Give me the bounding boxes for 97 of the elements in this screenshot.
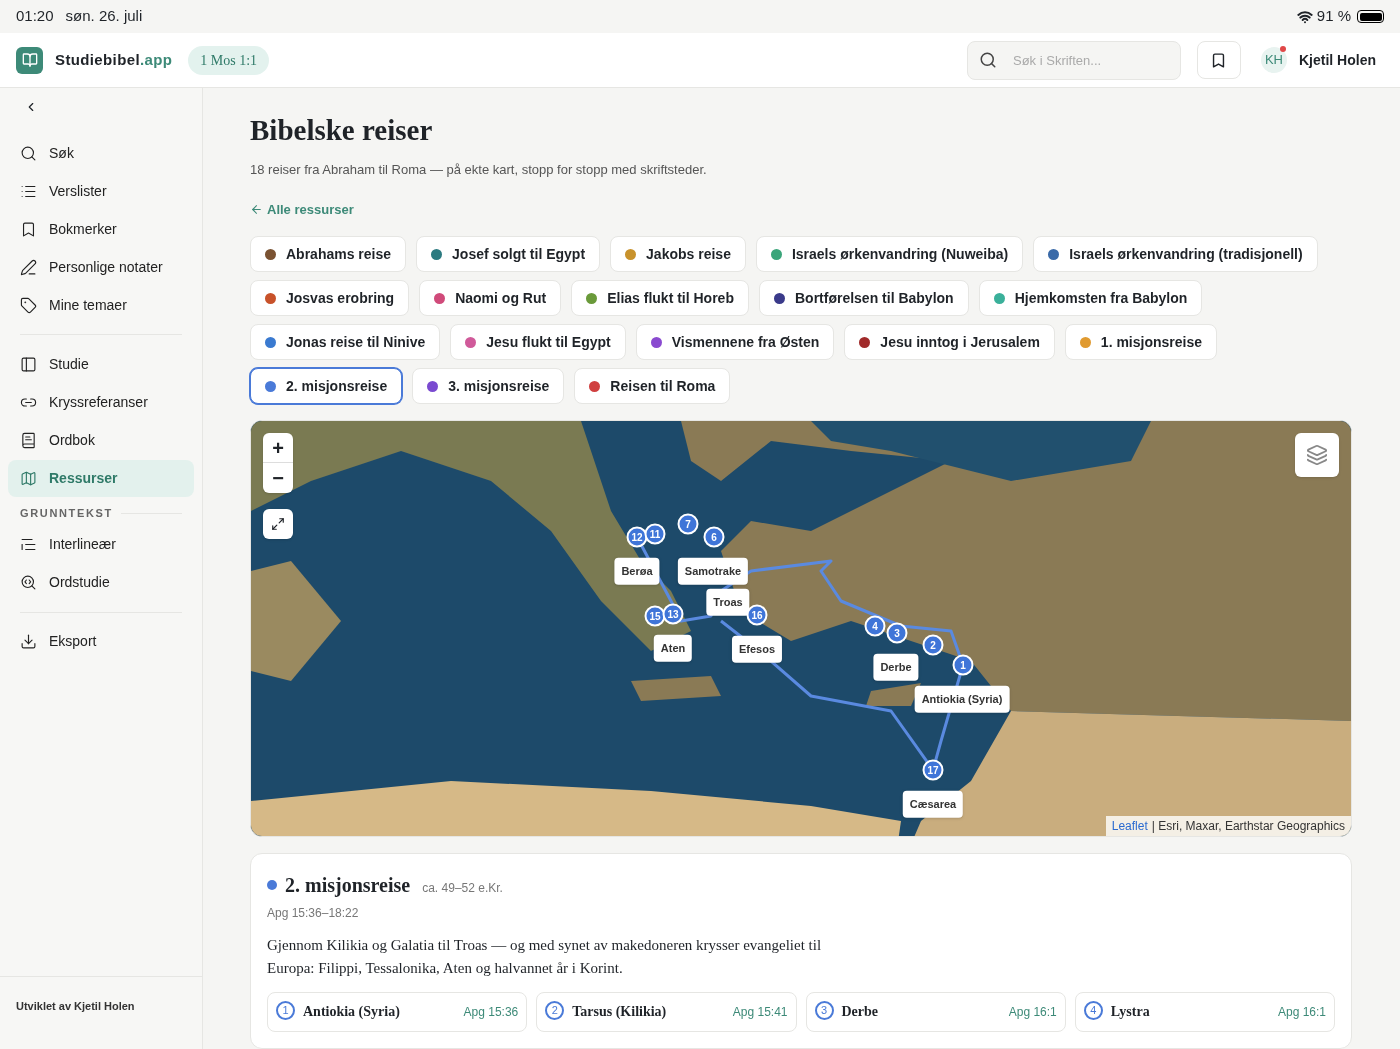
journey-description: Gjennom Kilikia og Galatia til Troas — og med synet av makedoneren krysser evangeliet til Europa: Filippi, Tessalonika, Aten og halvannet år i Korint. — [267, 936, 823, 978]
journey-chip[interactable]: 3. misjonsreise — [412, 368, 565, 405]
stop-reference: Apg 15:41 — [732, 1004, 788, 1021]
magnifier-icon — [20, 574, 37, 591]
layers-icon — [1306, 444, 1328, 467]
journey-chip[interactable]: Israels ørkenvandring (tradisjonell) — [1033, 236, 1318, 273]
user-name[interactable]: Kjetil Holen — [1299, 49, 1376, 71]
status-time: 01:20 — [16, 6, 54, 27]
stop-number: 3 — [814, 1001, 834, 1020]
back-link-text[interactable]: Alle ressurser — [267, 199, 354, 220]
battery-level: 91 % — [1316, 6, 1351, 27]
panel-icon — [20, 355, 37, 373]
footer-credit: Utviklet av Kjetil Holen — [16, 1000, 135, 1012]
journey-chip[interactable]: Reisen til Roma — [574, 368, 731, 405]
status-date: søn. 26. juli — [65, 6, 143, 27]
journey-chip[interactable]: Bortførelsen til Babylon — [758, 280, 969, 317]
expand-icon — [271, 517, 285, 532]
stop-number: 2 — [545, 1001, 565, 1020]
stop-card[interactable]: 3 Derbe Apg 16:1 — [805, 992, 1066, 1032]
fullscreen-button[interactable] — [263, 509, 293, 540]
journey-chip[interactable]: Jakobs reise — [610, 236, 746, 273]
sidebar-item[interactable]: Personlige notater — [8, 248, 194, 286]
sidebar-item[interactable]: Interlineær — [8, 526, 194, 563]
journey-chip[interactable]: 1. misjonsreise — [1064, 324, 1217, 361]
download-icon — [20, 633, 37, 650]
stop-card[interactable]: 2 Tarsus (Kilikia) Apg 15:41 — [536, 992, 797, 1032]
sidebar-item[interactable]: Ressurser — [8, 459, 194, 497]
place-label: Derbe — [873, 654, 919, 681]
user-avatar[interactable]: KH — [1261, 47, 1287, 73]
bookmark-button[interactable] — [1197, 41, 1241, 79]
journey-chip[interactable]: Abrahams reise — [250, 236, 407, 273]
sidebar-item[interactable]: Verslister — [8, 172, 194, 210]
journey-chip[interactable]: Jesu flukt til Egypt — [450, 324, 626, 361]
place-label: Antiokia (Syria) — [914, 686, 1010, 713]
stop-number: 4 — [1083, 1001, 1103, 1020]
journey-reference: Apg 15:36–18:22 — [267, 905, 360, 922]
book-icon — [20, 431, 37, 449]
zoom-in-button[interactable]: + — [263, 433, 293, 464]
sidebar-item[interactable]: Ordbok — [8, 421, 194, 459]
pen-icon — [20, 258, 37, 276]
journey-period: ca. 49–52 e.Kr. — [422, 880, 503, 897]
search-icon — [979, 50, 997, 69]
zoom-out-button[interactable]: − — [263, 463, 293, 494]
journey-chip[interactable]: Naomi og Rut — [419, 280, 562, 317]
stop-name: Antiokia (Syria) — [303, 1003, 400, 1021]
place-label: Aten — [653, 635, 693, 662]
sidebar-item[interactable]: Kryssreferanser — [8, 383, 194, 421]
stop-number: 1 — [276, 1001, 295, 1020]
journey-chip[interactable]: Israels ørkenvandring (Nuweiba) — [755, 236, 1024, 273]
map[interactable]: + − Berøa Samotrake Troas Aten Efesos Derbe Antiokia (Syria) Cæsarea 12 11 7 6 15 13 16 4 3 2 1 17 Leaflet | Esri, Maxar, Earthstar Geographics — [250, 420, 1352, 837]
page-subtitle: 18 reiser fra Abraham til Roma — på ekte kart, stopp for stopp med skriftsteder. — [250, 161, 708, 180]
sidebar-item[interactable]: Bokmerker — [8, 210, 194, 248]
layers-button[interactable] — [1295, 433, 1339, 478]
reference-chip[interactable]: 1 Mos 1:1 — [188, 45, 270, 75]
sidebar-item[interactable]: Eksport — [8, 623, 194, 660]
stop-card[interactable]: 4 Lystra Apg 16:1 — [1074, 992, 1335, 1032]
sidebar-item[interactable]: Mine temaer — [8, 286, 194, 324]
stop-name: Derbe — [841, 1003, 879, 1021]
wifi-icon — [1296, 8, 1313, 25]
stop-reference: Apg 16:1 — [1008, 1004, 1057, 1021]
stop-reference: Apg 16:1 — [1277, 1004, 1326, 1021]
journey-chip[interactable]: Josvas erobring — [250, 280, 410, 317]
lines-icon — [20, 536, 37, 553]
brand-name[interactable]: Studiebibel.app — [55, 48, 173, 72]
tag-icon — [20, 296, 37, 314]
sidebar-item[interactable]: Studie — [8, 345, 194, 383]
stop-name: Lystra — [1110, 1003, 1150, 1021]
place-label: Samotrake — [677, 558, 749, 585]
place-label: Troas — [706, 589, 750, 616]
journey-chip[interactable]: Jesu inntog i Jerusalem — [844, 324, 1055, 361]
section-heading: GRUNNTEKST — [20, 506, 113, 521]
stop-card[interactable]: 1 Antiokia (Syria) Apg 15:36 — [267, 992, 528, 1032]
map-icon — [20, 469, 37, 487]
journey-chip[interactable]: Hjemkomsten fra Babylon — [978, 280, 1203, 317]
back-link[interactable]: Alle ressurser — [250, 199, 354, 220]
bookmark-icon — [20, 220, 37, 238]
battery-icon — [1357, 10, 1384, 23]
journey-chip[interactable]: Josef solgt til Egypt — [416, 236, 601, 273]
leaflet-link[interactable]: Leaflet — [1111, 817, 1148, 835]
page-title: Bibelske reiser — [250, 113, 434, 148]
place-label: Efesos — [731, 636, 783, 663]
map-attribution: | Esri, Maxar, Earthstar Geographics — [1151, 818, 1345, 835]
sidebar-item[interactable]: Søk — [8, 134, 194, 172]
arrow-left-icon — [250, 203, 263, 216]
stop-reference: Apg 15:36 — [463, 1004, 519, 1021]
journey-title: 2. misjonsreise — [285, 873, 411, 899]
journey-chip[interactable]: Vismennene fra Østen — [635, 324, 835, 361]
journey-chip[interactable]: Jonas reise til Ninive — [250, 324, 441, 361]
journey-chip[interactable]: 2. misjonsreise — [250, 368, 403, 405]
journey-chip[interactable]: Elias flukt til Horeb — [571, 280, 749, 317]
stop-name: Tarsus (Kilikia) — [572, 1003, 667, 1021]
search-icon — [20, 144, 37, 162]
sidebar-item[interactable]: Ordstudie — [8, 564, 194, 601]
logo-icon — [16, 46, 43, 74]
search-field[interactable]: Søk i Skriften... — [967, 40, 1181, 80]
place-label: Cæsarea — [902, 791, 964, 818]
place-label: Berøa — [614, 558, 660, 585]
